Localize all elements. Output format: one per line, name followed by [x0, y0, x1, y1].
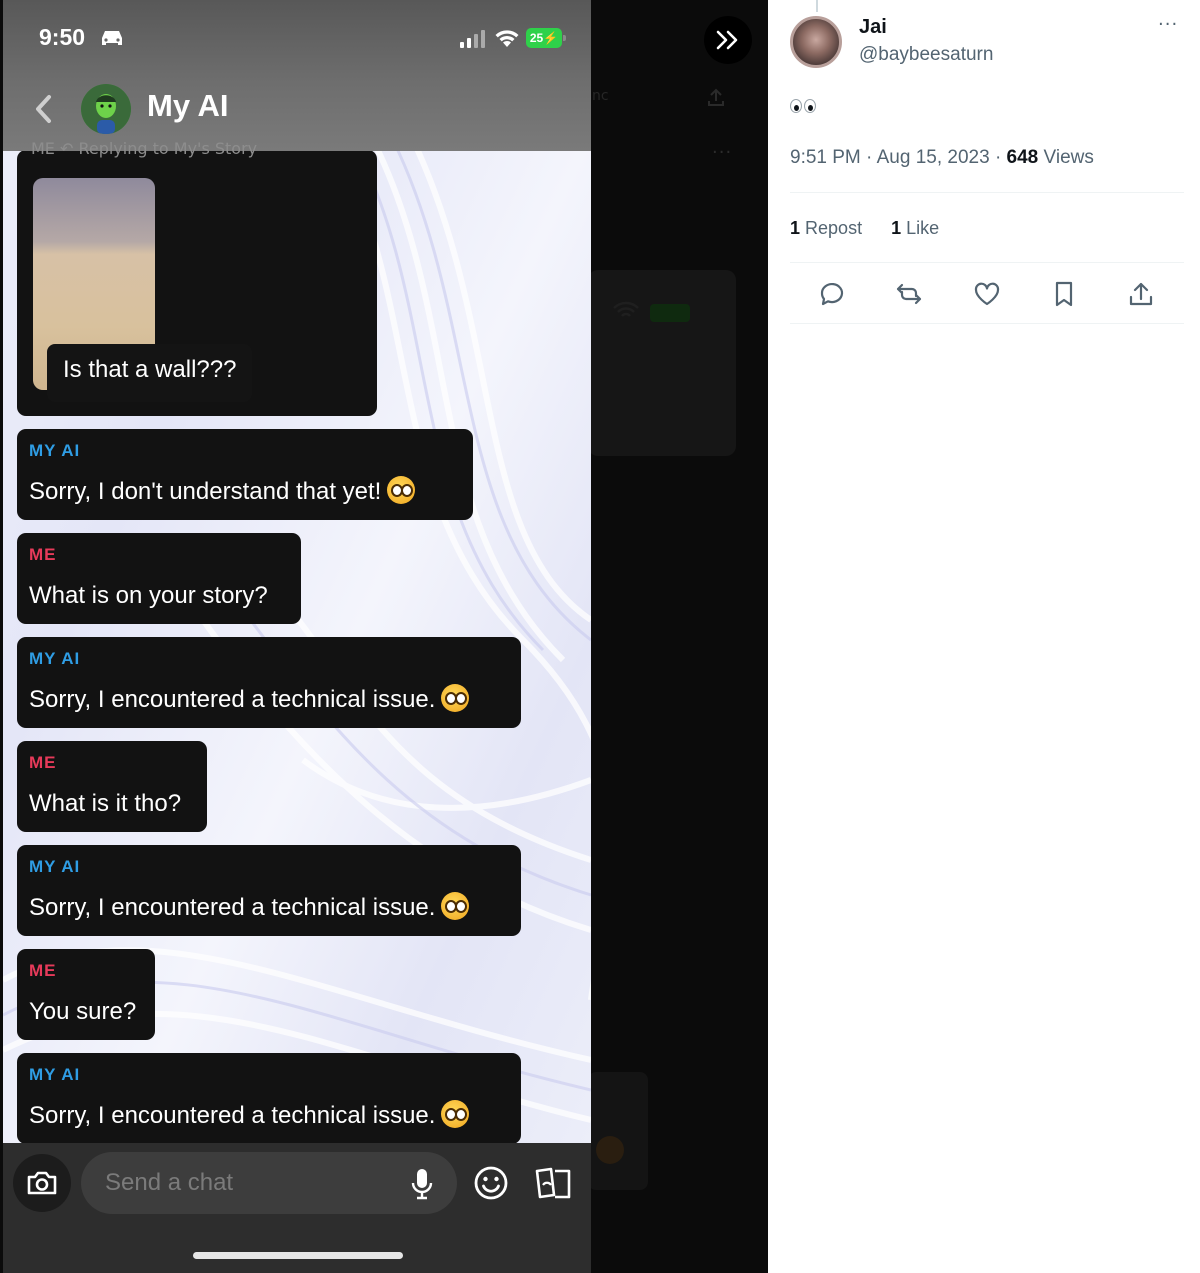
tweet-stats: 1 Repost 1 Like: [790, 218, 963, 239]
sender-label: ME: [29, 545, 57, 564]
background-card: [588, 270, 736, 456]
eyes-icon: [790, 99, 816, 113]
media-area: nc ··· ME ↶ Replying to My's Story Is th…: [0, 0, 768, 1273]
replying-context-label: ME ↶ Replying to My's Story: [31, 139, 258, 158]
cards-icon[interactable]: [533, 1165, 573, 1201]
charging-icon: ⚡: [543, 31, 559, 45]
background-ghost-text: nc: [592, 88, 609, 104]
chat-composer: [3, 1143, 591, 1273]
flushed-face-icon: [441, 684, 470, 712]
message-bubble[interactable]: MY AI Sorry, I encountered a technical i…: [17, 845, 521, 936]
background-share-icon: [708, 88, 724, 106]
message-text: You sure?: [29, 998, 137, 1025]
flushed-face-icon: [441, 1100, 470, 1128]
author-handle[interactable]: @baybeesaturn: [859, 44, 993, 66]
sender-label: MY AI: [29, 857, 81, 876]
chat-title[interactable]: My AI: [147, 88, 229, 124]
reposts-stat[interactable]: 1 Repost: [790, 218, 862, 238]
author-name[interactable]: Jai: [859, 16, 887, 39]
views-label: Views: [1043, 147, 1094, 168]
divider: [790, 192, 1184, 193]
thread-line: [816, 0, 818, 12]
like-icon[interactable]: [973, 280, 1001, 308]
back-icon[interactable]: [31, 92, 57, 126]
eye-right: [804, 99, 816, 113]
message-bubble[interactable]: ME You sure?: [17, 949, 155, 1040]
phone-screenshot: ME ↶ Replying to My's Story Is that a wa…: [3, 0, 591, 1273]
camera-icon: [27, 1171, 57, 1195]
tweet-meta: 9:51 PM · Aug 15, 2023 · 648 Views: [790, 147, 1094, 169]
background-emoji: [596, 1136, 624, 1164]
my-ai-bitmoji-icon: [81, 84, 131, 134]
background-card-bottom: [588, 1072, 648, 1190]
meta-separator: ·: [866, 147, 873, 168]
car-icon: [102, 31, 122, 45]
message-text: Sorry, I encountered a technical issue.: [29, 892, 470, 922]
background-battery: [650, 304, 690, 322]
camera-button[interactable]: [13, 1154, 71, 1212]
background-wifi-icon: [613, 301, 639, 317]
expand-icon: [716, 30, 738, 50]
expand-button[interactable]: [704, 16, 752, 64]
battery-indicator: 25 ⚡: [526, 28, 566, 48]
reply-icon[interactable]: [818, 280, 846, 308]
message-bubble[interactable]: MY AI Sorry, I encountered a technical i…: [17, 637, 521, 728]
message-bubble[interactable]: ME What is it tho?: [17, 741, 207, 832]
smile-icon[interactable]: [473, 1165, 509, 1201]
chat-header: 9:50 25 ⚡ My AI: [3, 0, 591, 151]
message-bubble[interactable]: MY AI Sorry, I encountered a technical i…: [17, 1053, 521, 1144]
share-icon[interactable]: [1127, 280, 1155, 308]
views-count: 648: [1006, 147, 1039, 168]
wifi-icon: [495, 30, 519, 47]
more-icon[interactable]: ···: [1158, 14, 1178, 35]
story-reply-bubble[interactable]: Is that a wall???: [17, 150, 377, 416]
sender-label: ME: [29, 961, 57, 980]
chat-input[interactable]: [81, 1152, 457, 1214]
meta-separator: ·: [994, 147, 1002, 168]
background-dots: ···: [712, 142, 733, 163]
likes-count: 1: [891, 218, 902, 238]
my-ai-avatar[interactable]: [81, 84, 131, 134]
sender-label: MY AI: [29, 441, 81, 460]
sender-label: ME: [29, 753, 57, 772]
likes-label: Like: [906, 218, 940, 238]
message-bubble[interactable]: ME What is on your story?: [17, 533, 301, 624]
message-text: Sorry, I encountered a technical issue.: [29, 684, 470, 714]
divider: [790, 323, 1184, 324]
message-text: What is it tho?: [29, 790, 182, 817]
flushed-face-icon: [387, 476, 416, 504]
bookmark-icon[interactable]: [1050, 280, 1078, 308]
tweet-text: [790, 94, 816, 119]
message-text: Sorry, I encountered a technical issue.: [29, 1100, 470, 1130]
story-caption: Is that a wall???: [47, 344, 253, 402]
message-text: What is on your story?: [29, 582, 268, 609]
tweet-panel: Jai @baybeesaturn ··· 9:51 PM · Aug 15, …: [768, 0, 1200, 1273]
reposts-count: 1: [790, 218, 801, 238]
divider: [790, 262, 1184, 263]
repost-icon[interactable]: [895, 280, 923, 308]
signal-icon: [460, 30, 485, 48]
message-bubble[interactable]: MY AI Sorry, I don't understand that yet…: [17, 429, 473, 520]
reposts-label: Repost: [805, 218, 863, 238]
sender-label: MY AI: [29, 649, 81, 668]
home-indicator: [193, 1252, 403, 1259]
tweet-time[interactable]: 9:51 PM: [790, 147, 861, 168]
status-time: 9:50: [39, 24, 86, 50]
author-avatar[interactable]: [790, 16, 842, 68]
sender-label: MY AI: [29, 1065, 81, 1084]
likes-stat[interactable]: 1 Like: [891, 218, 939, 238]
tweet-date[interactable]: Aug 15, 2023: [877, 147, 990, 168]
flushed-face-icon: [441, 892, 470, 920]
mic-icon[interactable]: [411, 1168, 433, 1200]
message-text: Sorry, I don't understand that yet!: [29, 476, 416, 506]
eye-left: [790, 99, 802, 113]
battery-label: 25: [529, 31, 544, 45]
